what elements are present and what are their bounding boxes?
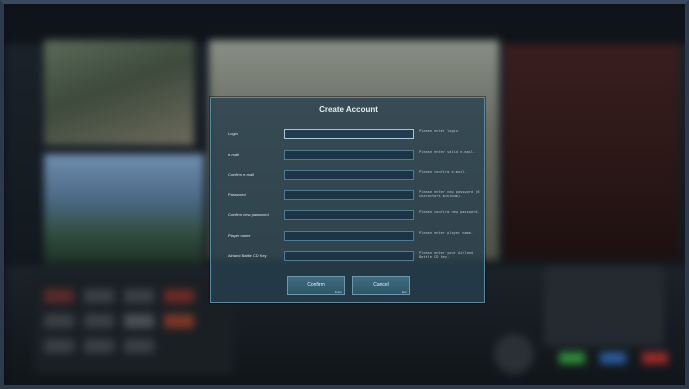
password-row: Password Please enter new password (6 ch… bbox=[211, 190, 486, 202]
cd-key-label: Airland Battle CD Key bbox=[228, 253, 267, 258]
confirm-email-row: Confirm e-mail Please confirm e-mail. bbox=[211, 170, 486, 182]
email-hint: Please enter valid e-mail. bbox=[419, 150, 476, 154]
login-input[interactable] bbox=[284, 129, 414, 139]
confirm-password-hint: Please confirm new password. bbox=[419, 210, 480, 214]
email-input[interactable] bbox=[284, 150, 414, 160]
player-name-row: Player name Please enter player name. bbox=[211, 231, 486, 243]
password-input[interactable] bbox=[284, 190, 414, 200]
confirm-password-row: Confirm new password Please confirm new … bbox=[211, 210, 486, 222]
cd-key-input[interactable] bbox=[284, 251, 414, 261]
confirm-email-input[interactable] bbox=[284, 170, 414, 180]
email-row: e-mail Please enter valid e-mail. bbox=[211, 150, 486, 162]
confirm-password-label: Confirm new password bbox=[228, 212, 269, 217]
confirm-button[interactable]: Confirm Enter bbox=[287, 276, 345, 295]
cancel-button[interactable]: Cancel Esc bbox=[352, 276, 410, 295]
cd-key-hint: Please enter your Airland Battle CD key. bbox=[419, 251, 474, 259]
confirm-email-hint: Please confirm e-mail. bbox=[419, 170, 467, 174]
confirm-button-label: Confirm bbox=[307, 282, 325, 288]
cancel-hotkey-hint: Esc bbox=[401, 290, 407, 294]
dialog-title: Create Account bbox=[319, 105, 378, 114]
player-name-input[interactable] bbox=[284, 231, 414, 241]
password-hint: Please enter new password (6 characters … bbox=[419, 190, 480, 198]
login-row: Login Please enter login. bbox=[211, 129, 486, 141]
cancel-button-label: Cancel bbox=[373, 282, 389, 288]
cd-key-row: Airland Battle CD Key Please enter your … bbox=[211, 251, 486, 263]
login-label: Login bbox=[228, 131, 238, 136]
confirm-hotkey-hint: Enter bbox=[334, 290, 342, 294]
email-label: e-mail bbox=[228, 152, 239, 157]
password-label: Password bbox=[228, 192, 246, 197]
player-name-hint: Please enter player name. bbox=[419, 231, 474, 235]
create-account-dialog: Create Account Login Please enter login.… bbox=[210, 97, 485, 303]
player-name-label: Player name bbox=[228, 233, 251, 238]
login-hint: Please enter login. bbox=[419, 129, 461, 133]
confirm-email-label: Confirm e-mail bbox=[228, 172, 255, 177]
confirm-password-input[interactable] bbox=[284, 210, 414, 220]
